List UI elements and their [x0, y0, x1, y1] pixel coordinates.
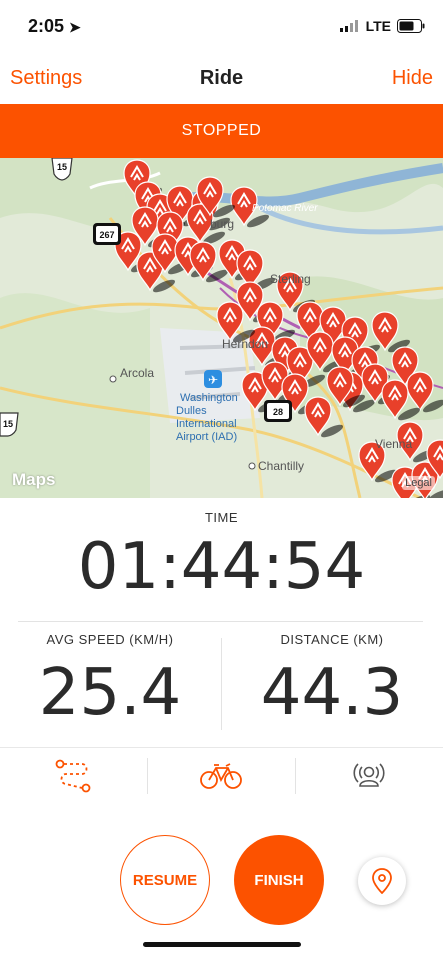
status-banner: STOPPED [0, 104, 443, 158]
hide-button[interactable]: Hide [392, 67, 433, 90]
route-shield-28: 28 [264, 400, 292, 422]
map-view[interactable]: 15 267 28 15 Potomac River burg Sterling… [0, 158, 443, 498]
status-time: 2:05 ➤ [28, 16, 81, 36]
signal-icon [339, 20, 358, 32]
network-type: LTE [365, 18, 391, 34]
distance-value: 44.3 [260, 656, 404, 730]
location-pin-icon [372, 868, 392, 894]
tab-route[interactable] [0, 748, 147, 804]
bike-icon [199, 763, 242, 789]
map-label-chantilly: Chantilly [258, 459, 304, 473]
settings-button[interactable]: Settings [10, 67, 82, 90]
tab-beacon[interactable] [295, 748, 442, 804]
divider [18, 621, 423, 622]
svg-text:✈: ✈ [208, 373, 218, 387]
home-indicator [143, 942, 301, 947]
map-label-herndon: Herndon [222, 337, 268, 351]
route-shield-267: 267 [93, 223, 121, 245]
beacon-icon [352, 763, 385, 787]
avg-speed-label: AVG SPEED (KM/H) [46, 632, 174, 647]
map-label-vienna: Vienna [375, 437, 412, 451]
status-bar: 2:05 ➤ LTE [0, 0, 443, 52]
map-canvas[interactable]: 15 267 28 15 Potomac River burg Sterling… [0, 158, 443, 498]
nav-bar: Settings Ride Hide [0, 52, 443, 104]
time-label: TIME [204, 510, 239, 525]
svg-text:15: 15 [57, 162, 67, 172]
svg-text:15: 15 [3, 419, 13, 429]
legal-link[interactable]: Legal [402, 476, 435, 490]
map-label-leesburg: burg [210, 217, 234, 231]
map-label-sterling: Sterling [270, 272, 311, 286]
svg-text:28: 28 [273, 407, 283, 417]
battery-icon [397, 19, 425, 33]
resume-button[interactable]: RESUME [120, 835, 210, 925]
svg-text:267: 267 [99, 230, 114, 240]
location-button[interactable] [358, 857, 406, 905]
finish-button[interactable]: FINISH [234, 835, 324, 925]
avg-speed-value: 25.4 [38, 656, 182, 730]
map-label-airport: Washington Dulles International Airport … [176, 392, 241, 443]
map-label-arcola: Arcola [120, 366, 154, 380]
apple-maps-logo: Maps [12, 470, 56, 489]
distance-label: DISTANCE (KM) [280, 632, 384, 647]
route-icon [55, 759, 90, 793]
tab-row [0, 748, 443, 804]
map-label-river: Potomac River [252, 203, 318, 214]
time-value: 01:44:54 [77, 530, 366, 604]
tab-sport[interactable] [147, 748, 294, 804]
location-arrow-icon: ➤ [69, 19, 81, 35]
